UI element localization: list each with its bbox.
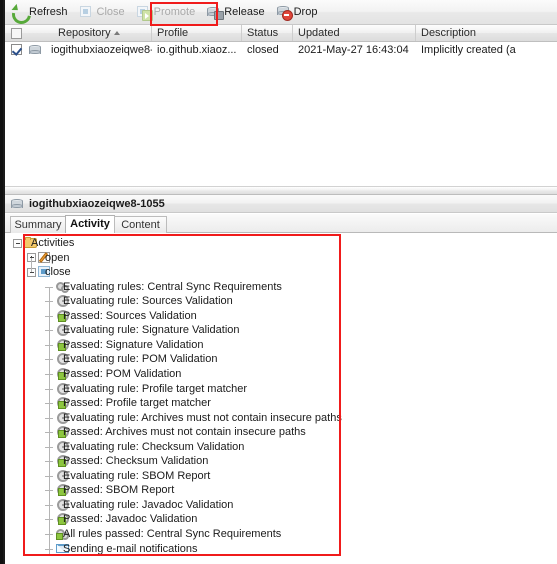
window-left-edge-inner	[0, 0, 3, 564]
tree-connector	[49, 286, 50, 564]
tree-node-label: Evaluating rule: Archives must not conta…	[63, 411, 342, 424]
window-left-edge	[0, 0, 5, 564]
tree-node-label: Passed: Profile target matcher	[63, 397, 211, 410]
cell-description: Implicitly created (a	[421, 44, 516, 56]
column-header-status[interactable]: Status	[242, 25, 293, 41]
drop-button[interactable]: Drop	[273, 1, 324, 24]
details-title-bar: iogithubxiaozeiqwe8-1055	[5, 195, 557, 213]
activity-tree: Activities open close Evaluating rules: Cen…	[5, 234, 557, 564]
tree-node-label: Evaluating rule: Signature Validation	[63, 324, 240, 337]
tab-summary-label: Summary	[14, 219, 62, 231]
tree-node-label: Passed: Checksum Validation	[63, 455, 209, 468]
tree-node-label: Passed: SBOM Report	[63, 484, 175, 497]
tree-node-label: Passed: Javadoc Validation	[63, 513, 198, 526]
tree-node-label: Evaluating rules: Central Sync Requireme…	[63, 280, 282, 293]
tab-activity-label: Activity	[70, 218, 110, 230]
column-header-repository-label: Repository	[58, 27, 111, 39]
tree-node-label: Evaluating rule: Checksum Validation	[63, 440, 245, 453]
repository-toolbar: Refresh Close Promote Release Drop	[5, 0, 557, 25]
sort-ascending-icon	[114, 31, 120, 35]
tree-node-label: Sending e-mail notifications	[63, 542, 198, 555]
close-repository-icon	[79, 4, 95, 20]
select-all-checkbox[interactable]	[11, 28, 22, 39]
column-header-description[interactable]: Description	[416, 25, 557, 41]
tab-activity[interactable]: Activity	[65, 215, 115, 233]
promote-button-label: Promote	[153, 6, 196, 18]
tree-node-label: Evaluating rule: Javadoc Validation	[63, 498, 234, 511]
details-title: iogithubxiaozeiqwe8-1055	[29, 197, 165, 210]
repository-icon	[11, 197, 25, 210]
repositories-panel: Refresh Close Promote Release Drop Repositor…	[5, 0, 557, 186]
panel-splitter[interactable]	[5, 186, 557, 195]
tree-node-label: Activities	[31, 237, 75, 249]
close-button-label: Close	[96, 6, 125, 18]
cell-status: closed	[247, 44, 279, 56]
repository-icon	[29, 44, 41, 56]
tree-node-label: open	[45, 251, 70, 264]
column-header-profile[interactable]: Profile	[152, 25, 242, 41]
column-header-repository[interactable]: Repository	[5, 25, 152, 41]
cell-updated: 2021-May-27 16:43:04	[298, 44, 409, 56]
release-icon	[206, 4, 225, 20]
table-empty-area	[5, 58, 557, 178]
column-header-updated[interactable]: Updated	[293, 25, 416, 41]
details-tabs: Summary Activity Content	[5, 214, 557, 233]
tree-node-label: Passed: Archives must not contain insecu…	[63, 426, 306, 439]
tab-content-label: Content	[121, 219, 160, 231]
tree-node-label: Passed: POM Validation	[63, 368, 182, 380]
tree-node-label: Evaluating rule: Sources Validation	[63, 295, 233, 308]
tree-node-label: All rules passed: Central Sync Requireme…	[63, 528, 282, 540]
refresh-icon	[11, 4, 27, 20]
drop-icon	[276, 4, 293, 21]
tree-node-label: Passed: Sources Validation	[63, 309, 197, 322]
cell-profile: io.github.xiaoz...	[157, 44, 237, 56]
tree-node-label: Evaluating rule: SBOM Report	[63, 469, 211, 482]
window-bottom-spacer	[5, 556, 557, 564]
collapse-icon[interactable]	[13, 238, 22, 248]
tree-node-label: Evaluating rule: POM Validation	[63, 353, 218, 366]
tree-node-label: close	[45, 266, 71, 279]
row-select-checkbox[interactable]	[11, 44, 22, 55]
promote-icon	[136, 4, 153, 21]
promote-button: Promote	[133, 1, 202, 24]
table-row[interactable]: iogithubxiaozeiqwe8-1055 io.github.xiaoz…	[5, 42, 557, 58]
tree-node-label: Evaluating rule: Profile target matcher	[63, 382, 248, 395]
cell-repository: iogithubxiaozeiqwe8-1055	[51, 44, 152, 56]
drop-button-label: Drop	[293, 6, 318, 18]
tree-node-label: Passed: Signature Validation	[63, 338, 204, 351]
application-window: Refresh Close Promote Release Drop Repositor…	[0, 0, 557, 564]
tab-summary[interactable]: Summary	[10, 216, 66, 233]
tree-connector	[31, 257, 32, 273]
repository-details-panel: iogithubxiaozeiqwe8-1055 Summary Activity…	[5, 195, 557, 564]
refresh-button-label: Refresh	[29, 6, 68, 18]
release-button-label: Release	[224, 6, 265, 18]
tab-content[interactable]: Content	[114, 216, 167, 233]
release-button[interactable]: Release	[203, 1, 270, 24]
close-button: Close	[76, 1, 131, 24]
repository-table-header: Repository Profile Status Updated Descri…	[5, 25, 557, 42]
refresh-button[interactable]: Refresh	[8, 1, 74, 24]
